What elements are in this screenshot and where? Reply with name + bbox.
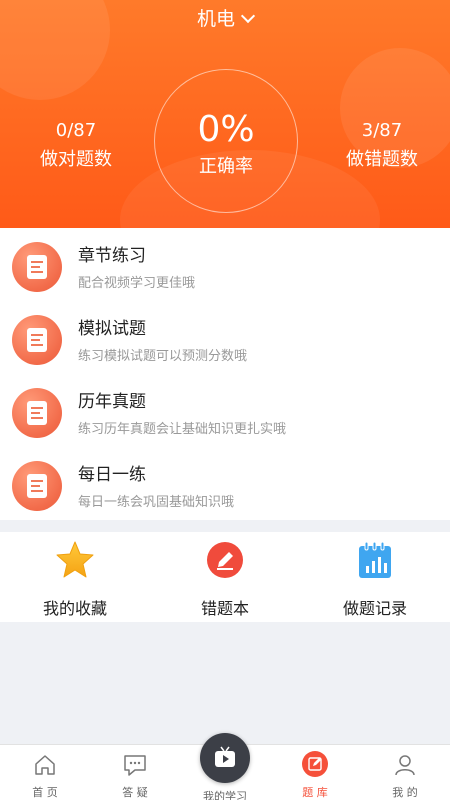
edit-icon (302, 751, 328, 777)
practice-record-button[interactable]: 做题记录 (300, 532, 450, 622)
tab-mine-label: 我 的 (392, 786, 418, 799)
rate-value: 0% (197, 109, 255, 150)
list-item-desc: 每日一练会巩固基础知识哦 (78, 495, 235, 510)
document-icon (12, 315, 62, 365)
practice-record-label: 做题记录 (342, 599, 407, 618)
tab-home[interactable]: 首 页 (0, 745, 90, 800)
my-study-button[interactable] (200, 733, 250, 783)
tab-question-bank-label: 题 库 (302, 786, 328, 799)
chat-icon (124, 755, 146, 776)
rate-stat: 0% 正确率 (154, 110, 298, 178)
document-icon (12, 388, 62, 438)
pencil-icon (207, 542, 243, 578)
wrong-book-button[interactable]: 错题本 (150, 532, 300, 622)
list-item-desc: 练习模拟试题可以预测分数哦 (78, 349, 248, 364)
subject-label: 机电 (196, 8, 235, 30)
list-item-mock-exam[interactable]: 模拟试题 练习模拟试题可以预测分数哦 (0, 301, 450, 374)
favorites-button[interactable]: 我的收藏 (0, 532, 150, 622)
tab-question-bank[interactable]: 题 库 (270, 745, 360, 800)
star-icon (56, 541, 94, 578)
chevron-down-icon (240, 8, 256, 24)
rate-label: 正确率 (199, 156, 253, 177)
wrong-count: 3/87 (361, 120, 403, 141)
wrong-label: 做错题数 (346, 149, 418, 170)
practice-list: 章节练习 配合视频学习更佳哦 模拟试题 练习模拟试题可以预测分数哦 历年真题 练… (0, 228, 450, 520)
document-icon (12, 461, 62, 511)
chart-notebook-icon (359, 541, 391, 578)
list-item-title: 每日一练 (78, 465, 146, 485)
tab-home-label: 首 页 (32, 786, 58, 799)
tv-play-icon (215, 746, 235, 767)
bottom-nav: 首 页 答 疑 我的学习 题 库 我 的 (0, 733, 450, 800)
list-item-chapter-practice[interactable]: 章节练习 配合视频学习更佳哦 (0, 228, 450, 301)
list-item-title: 历年真题 (78, 392, 146, 412)
subject-selector[interactable]: 机电 (0, 4, 450, 31)
stats-header: 机电 0/87 做对题数 0% 正确率 3/87 做错题数 (0, 0, 450, 228)
user-icon (395, 755, 415, 776)
list-item-desc: 配合视频学习更佳哦 (78, 276, 196, 291)
wrong-book-label: 错题本 (200, 599, 249, 618)
wrong-stat: 3/87 做错题数 (330, 120, 434, 171)
list-item-daily-practice[interactable]: 每日一练 每日一练会巩固基础知识哦 (0, 447, 450, 520)
document-icon (12, 242, 62, 292)
correct-label: 做对题数 (40, 149, 112, 170)
list-item-title: 模拟试题 (78, 319, 146, 339)
correct-count: 0/87 (55, 120, 97, 141)
tab-my-study[interactable]: 我的学习 (180, 733, 270, 800)
tab-my-study-label: 我的学习 (203, 790, 247, 800)
favorites-label: 我的收藏 (42, 599, 107, 618)
tab-qa-label: 答 疑 (122, 786, 148, 799)
correct-stat: 0/87 做对题数 (24, 120, 128, 171)
list-item-desc: 练习历年真题会让基础知识更扎实哦 (78, 422, 287, 437)
list-item-title: 章节练习 (78, 246, 146, 266)
tab-mine[interactable]: 我 的 (360, 745, 450, 800)
home-icon (35, 755, 55, 775)
list-item-past-exams[interactable]: 历年真题 练习历年真题会让基础知识更扎实哦 (0, 374, 450, 447)
tab-qa[interactable]: 答 疑 (90, 745, 180, 800)
tools-row: 我的收藏 错题本 做题记录 (0, 532, 450, 622)
